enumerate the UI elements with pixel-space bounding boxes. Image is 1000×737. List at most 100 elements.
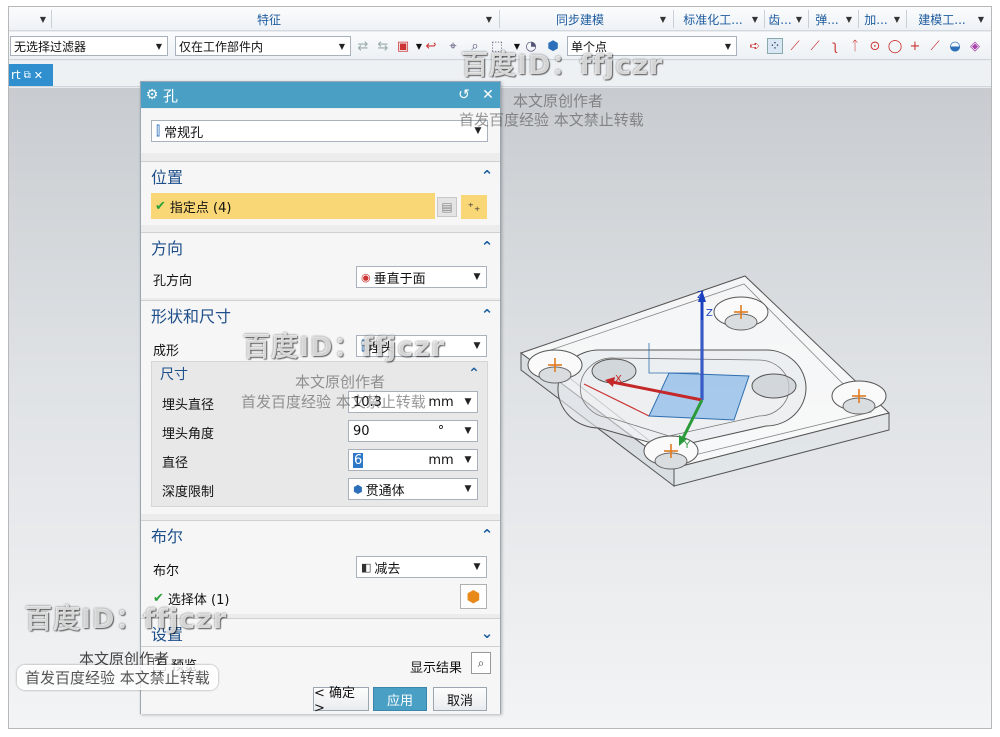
section-header-shape[interactable]: 形状和尺寸 ⌃ [141, 300, 500, 328]
gear-icon[interactable]: ⚙ [141, 87, 163, 103]
application-window: ▼ 特征 ▼ 同步建模 ▼ 标准化工... ▼ 齿... ▼ 弹... ▼ 加... ▼ 建… [8, 6, 992, 729]
ribbon-group-leading[interactable]: ▼ [9, 10, 49, 28]
normal-to-face-icon: ◉ [361, 270, 371, 284]
section-title: 位置 [151, 167, 184, 187]
bounded-grid-icon[interactable]: ◈ [967, 38, 983, 54]
section-header-boolean[interactable]: 布尔 ⌃ [141, 520, 500, 548]
diameter-value: 6 [353, 452, 364, 468]
scope-filter-value: 仅在工作部件内 [179, 39, 264, 54]
cancel-button-label: 取消 [446, 693, 473, 709]
hole-type-dropdown[interactable]: ⫿ 常规孔 ▼ [151, 120, 488, 142]
ribbon-group-machining[interactable]: 加... ▼ [861, 10, 903, 28]
close-icon[interactable]: ✕ [476, 87, 500, 103]
ribbon-group-spring[interactable]: 弹... ▼ [811, 10, 855, 28]
watermark-author-top: 本文原创作者 [513, 92, 604, 110]
arc-center-icon[interactable]: ⊙ [867, 38, 883, 54]
section-title: 形状和尺寸 [151, 306, 232, 326]
quadrant-point-icon[interactable]: ◯ [887, 38, 903, 54]
sketch-section-icon[interactable]: ▤ [437, 197, 457, 217]
end-point-icon[interactable]: ⟋ [787, 38, 803, 54]
select-box-icon[interactable]: ▣ [395, 38, 411, 54]
section-title: 方向 [151, 238, 184, 258]
tab-menu-icon[interactable]: ⧉ [24, 70, 31, 81]
ribbon-group-features[interactable]: 特征 ▼ [55, 10, 495, 28]
intersection-point-icon[interactable]: ᛏ [847, 38, 863, 54]
boolean-value: 减去 [374, 561, 401, 577]
countersink-angle-unit: ° [437, 423, 445, 439]
pick-tool-icon[interactable]: ⌖ [445, 38, 461, 54]
dropdown-arrow-icon: ▼ [464, 484, 472, 494]
countersink-angle-value: 90 [353, 423, 370, 439]
diameter-input[interactable]: 6 mm ▼ [348, 449, 478, 471]
magnifier-icon[interactable]: ⌕ [471, 652, 491, 674]
filter-tool-icon[interactable]: ⇄ [355, 38, 371, 54]
countersink-diameter-unit: mm [428, 394, 454, 410]
section-header-position[interactable]: 位置 ⌃ [141, 161, 500, 189]
watermark-id-middle: 百度ID：ffjczr [243, 332, 446, 363]
select-body-icon[interactable]: ⬢ [460, 584, 487, 609]
existing-point-icon[interactable]: + [907, 38, 923, 54]
form-label: 成形 [153, 344, 180, 359]
ribbon-group-standard-tools[interactable]: 标准化工... ▼ [677, 10, 761, 28]
point-on-face-icon[interactable]: ◒ [947, 38, 963, 54]
chevron-up-icon[interactable]: ⌃ [474, 167, 500, 185]
dialog-title-bar[interactable]: ⚙ 孔 ↺ ✕ [141, 82, 500, 108]
chevron-up-icon[interactable]: ⌃ [461, 366, 487, 382]
type-filter-dropdown[interactable]: 无选择过滤器 ▼ [10, 36, 168, 56]
section-header-direction[interactable]: 方向 ⌃ [141, 232, 500, 260]
ribbon-group-label: 特征 [256, 12, 281, 27]
close-tab-icon[interactable]: ✕ [34, 69, 43, 82]
boolean-dropdown[interactable]: ◧ 减去 ▼ [356, 556, 487, 578]
ribbon-group-modeling-tools[interactable]: 建模工... ▼ [909, 10, 987, 28]
show-result-label: 显示结果 [410, 661, 463, 676]
watermark-id-bottom: 百度ID：ffjczr [25, 604, 228, 635]
chevron-up-icon[interactable]: ⌃ [474, 526, 500, 544]
assembly-tool-icon[interactable]: ⇆ [375, 38, 391, 54]
dropdown-arrow-icon: ▼ [464, 455, 472, 465]
cancel-button[interactable]: 取消 [433, 687, 487, 711]
ribbon-group-label: 建模工... [918, 12, 966, 27]
chevron-up-icon[interactable]: ⌃ [474, 238, 500, 256]
dropdown-arrow-icon: ▼ [155, 41, 163, 51]
separator [764, 10, 765, 28]
hole-icon: ⫿ [156, 123, 161, 139]
ribbon-group-label: 同步建模 [555, 12, 604, 27]
position-section-body: ✔ 指定点 (4) ▤ ⁺₊ [141, 189, 500, 225]
boolean-label: 布尔 [153, 564, 180, 579]
axis-label-x: X [615, 374, 622, 385]
control-point-icon[interactable]: ʅ [827, 38, 843, 54]
hole-direction-label: 孔方向 [153, 274, 193, 289]
apply-button[interactable]: 应用 [373, 687, 427, 711]
dropdown-arrow-icon: ▼ [659, 14, 667, 24]
dropdown-arrow-icon: ▼ [893, 14, 901, 24]
ribbon-group-sync-modeling[interactable]: 同步建模 ▼ [503, 10, 669, 28]
separator [906, 10, 907, 28]
reset-icon[interactable]: ↺ [452, 87, 476, 103]
snap-tool-icon[interactable]: ↩ [423, 38, 439, 54]
chevron-down-icon[interactable]: ⌄ [474, 624, 500, 642]
arrow-right-icon[interactable]: ➪ [747, 38, 763, 54]
direction-section-body: 孔方向 ◉ 垂直于面 ▼ [141, 260, 500, 298]
hole-direction-dropdown[interactable]: ◉ 垂直于面 ▼ [356, 266, 487, 288]
scope-filter-dropdown[interactable]: 仅在工作部件内 ▼ [175, 36, 351, 56]
watermark-notice-bottom: 首发百度经验 本文禁止转载 [17, 665, 218, 690]
dropdown-arrow-icon: ▼ [39, 14, 47, 24]
document-tab[interactable]: rt ⧉ ✕ [9, 64, 53, 86]
axis-label-y: Y [683, 440, 691, 451]
depth-limit-dropdown[interactable]: ⬢ 贯通体 ▼ [348, 478, 478, 500]
dropdown-arrow-icon: ▼ [977, 14, 985, 24]
specify-point-row[interactable]: ✔ 指定点 (4) [151, 193, 435, 219]
mid-point-icon[interactable]: ⟋ [807, 38, 823, 54]
separator [673, 10, 674, 28]
countersink-angle-input[interactable]: 90 ° ▼ [348, 420, 478, 442]
through-body-icon: ⬢ [353, 482, 363, 496]
ok-button[interactable]: < 确定 > [313, 686, 369, 716]
snap-point-icon[interactable]: ⁘ [767, 38, 783, 54]
point-on-curve-icon[interactable]: ⟋ [927, 38, 943, 54]
dropdown-arrow-icon: ▼ [485, 14, 493, 24]
hole-type-value: 常规孔 [164, 125, 204, 141]
watermark-id-top: 百度ID：ffjczr [461, 50, 664, 81]
ribbon-group-gear[interactable]: 齿... ▼ [767, 10, 805, 28]
chevron-up-icon[interactable]: ⌃ [474, 306, 500, 324]
point-dialog-icon[interactable]: ⁺₊ [461, 195, 487, 219]
